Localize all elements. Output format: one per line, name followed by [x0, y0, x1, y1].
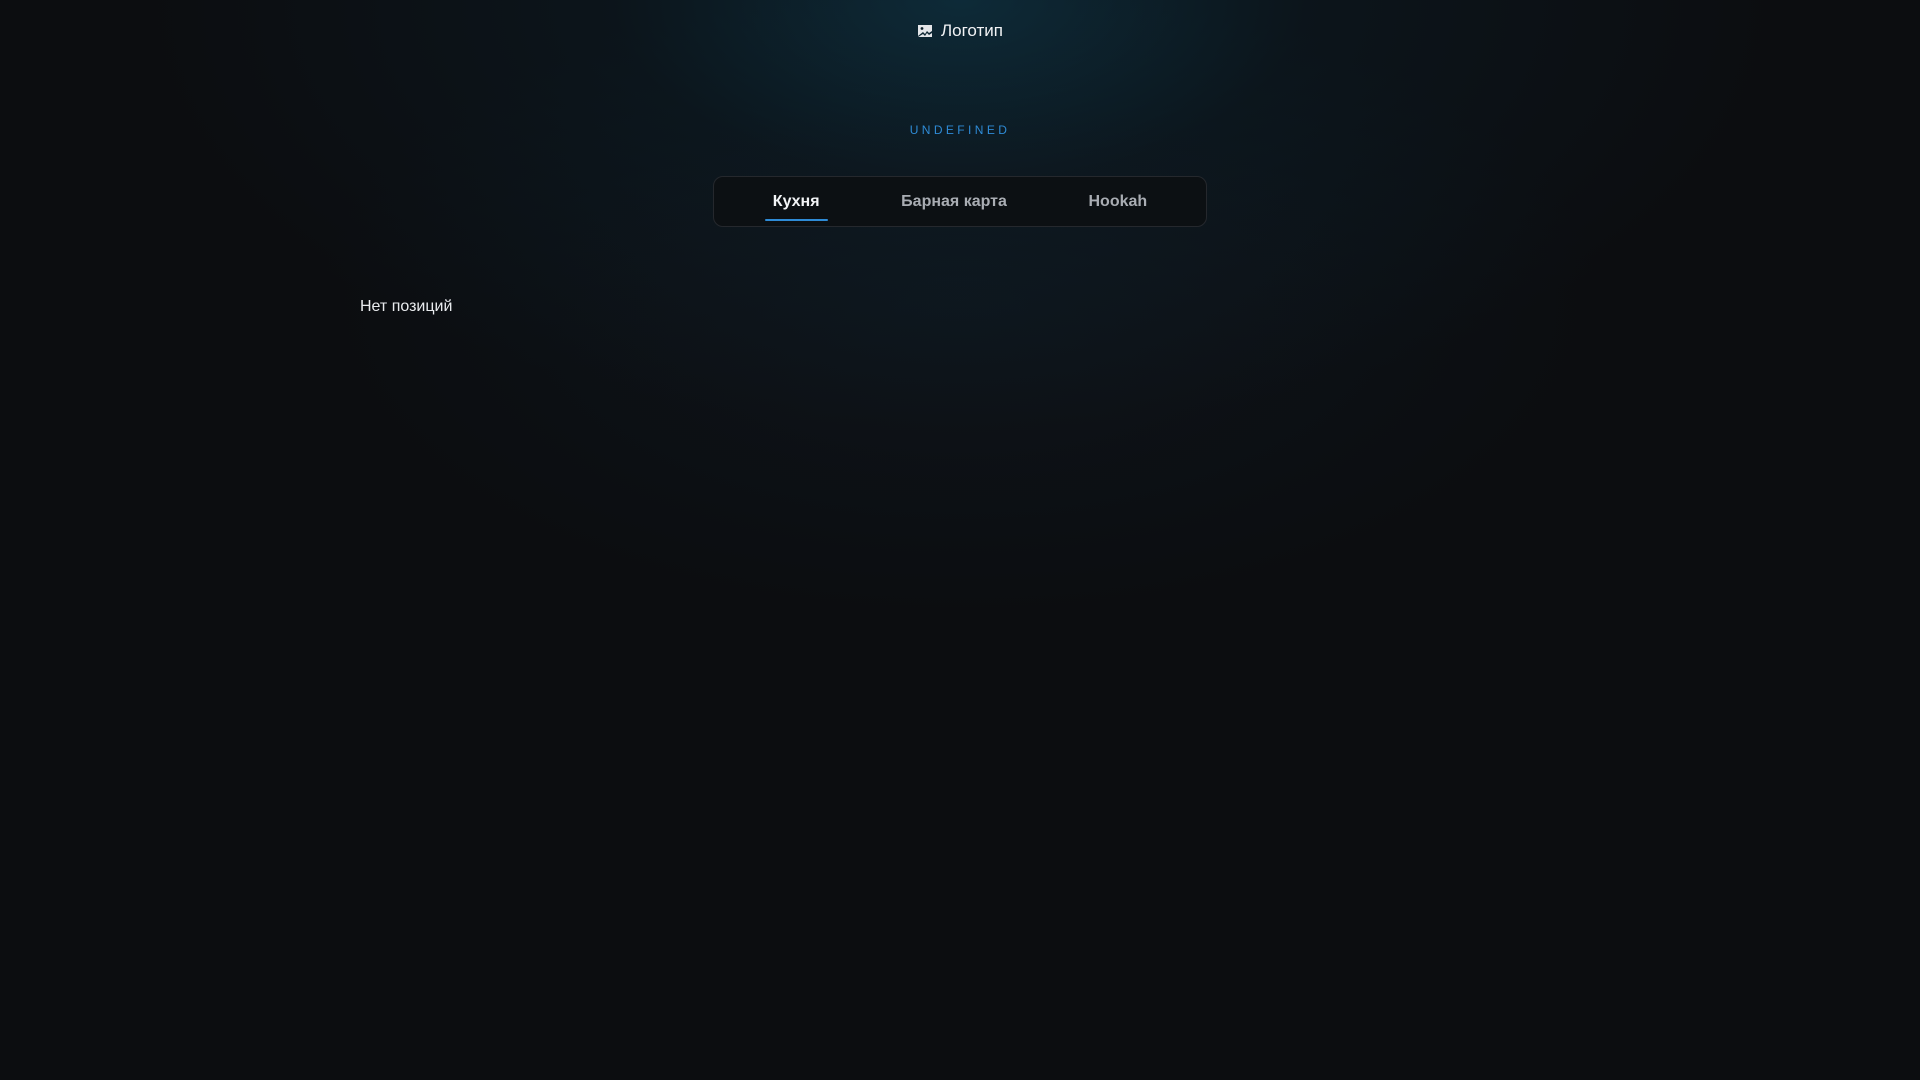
tab-kitchen-label: Кухня — [772, 192, 820, 210]
logo-alt-text: Логотип — [940, 21, 1003, 40]
menu-category-tabs: Кухня Барная карта Hookah — [713, 176, 1207, 227]
tab-hookah-label: Hookah — [1088, 192, 1148, 210]
logo: Логотип — [0, 20, 1920, 42]
tab-kitchen[interactable]: Кухня — [764, 177, 828, 226]
venue-name: UNDEFINED — [909, 123, 1011, 137]
empty-state-message: Нет позиций — [360, 298, 453, 315]
tab-hookah[interactable]: Hookah — [1081, 177, 1156, 226]
tab-bar-menu[interactable]: Барная карта — [893, 177, 1015, 226]
tab-bar-menu-label: Барная карта — [901, 192, 1007, 210]
broken-image-icon — [917, 25, 932, 37]
